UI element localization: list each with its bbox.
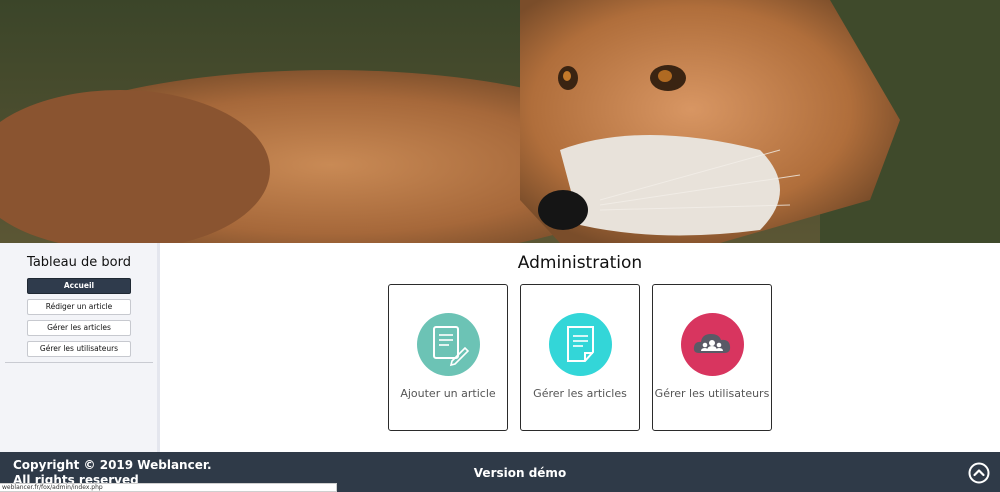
sidebar-item-gerer-articles[interactable]: Gérer les articles (27, 320, 131, 336)
edit-document-icon (417, 313, 480, 376)
sidebar-item-rediger-article[interactable]: Rédiger un article (27, 299, 131, 315)
card-gerer-utilisateurs[interactable]: Gérer les utilisateurs (652, 284, 772, 431)
fox-photo (0, 0, 1000, 243)
sidebar-title: Tableau de bord (27, 255, 131, 270)
hero-banner (0, 0, 1000, 243)
back-to-top-button[interactable] (968, 462, 990, 484)
version-label: Version démo (473, 466, 567, 480)
card-label: Ajouter un article (400, 387, 496, 400)
card-ajouter-article[interactable]: Ajouter un article (388, 284, 508, 431)
card-label: Gérer les articles (533, 387, 627, 400)
users-cloud-icon (681, 313, 744, 376)
chevron-up-circle-icon (968, 462, 990, 484)
card-label: Gérer les utilisateurs (654, 387, 770, 400)
document-icon (549, 313, 612, 376)
sidebar-item-gerer-utilisateurs[interactable]: Gérer les utilisateurs (27, 341, 131, 357)
sidebar-divider (5, 362, 153, 363)
browser-status-url: weblancer.fr/fox/admin/index.php (0, 483, 337, 492)
card-gerer-articles[interactable]: Gérer les articles (520, 284, 640, 431)
page-title: Administration (517, 253, 643, 273)
copyright-line-1: Copyright © 2019 Weblancer. (13, 458, 212, 472)
sidebar-item-accueil[interactable]: Accueil (27, 278, 131, 294)
sidebar: Tableau de bord Accueil Rédiger un artic… (0, 243, 160, 452)
